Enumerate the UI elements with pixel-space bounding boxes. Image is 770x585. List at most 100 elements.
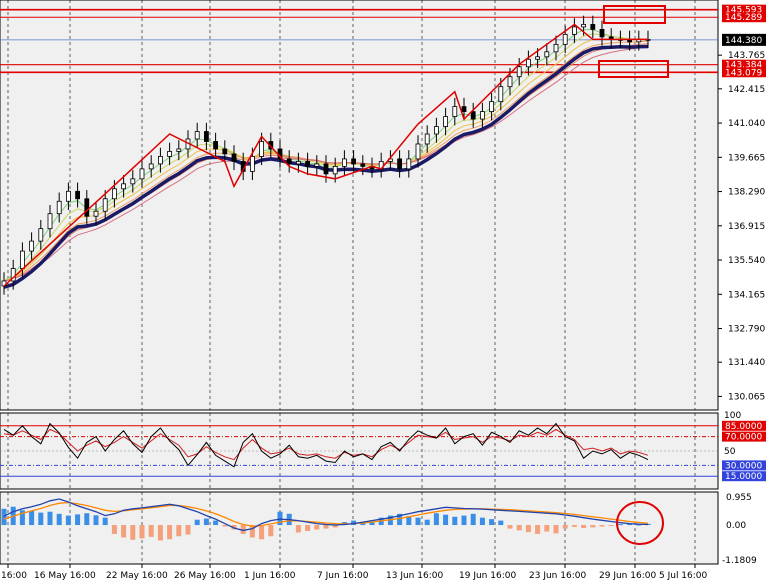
rsi-level-label: 70.0000 (725, 433, 762, 443)
macd-histogram-bar (461, 515, 467, 526)
macd-histogram-bar (139, 525, 145, 539)
trading-chart[interactable]: 143.765142.415141.040139.665138.290136.9… (0, 0, 770, 585)
candle-body (507, 76, 513, 88)
macd-histogram-bar (571, 525, 577, 527)
candle-body (38, 228, 44, 242)
macd-histogram-bar (84, 513, 90, 526)
candle-body (102, 198, 108, 212)
candle-body (479, 111, 485, 120)
macd-histogram-bar (75, 514, 81, 526)
candle-body (305, 161, 311, 167)
candle-body (213, 141, 219, 150)
y-tick-label: 139.665 (728, 153, 765, 163)
candle-body (19, 250, 25, 269)
macd-histogram-bar (617, 524, 623, 526)
x-tick-label: 26 May 16:00 (174, 571, 236, 581)
candle-body (75, 190, 80, 200)
macd-histogram-bar (433, 513, 439, 526)
candle-body (323, 163, 329, 175)
x-tick-label: 19 Jun 16:00 (459, 571, 516, 581)
candle-body (112, 188, 117, 200)
rsi-tick-label: 50 (724, 447, 736, 457)
macd-histogram-bar (102, 517, 108, 526)
candle-body (433, 126, 439, 135)
candle-body (553, 43, 559, 53)
candle-body (489, 101, 495, 112)
macd-histogram-bar (47, 511, 53, 526)
x-tick-label: 23 Jun 16:00 (529, 571, 586, 581)
macd-tick-label: 0.00 (726, 521, 746, 531)
rsi-level-label: 15.0000 (725, 472, 762, 482)
x-tick-label: 1 Jun 16:00 (244, 571, 296, 581)
macd-histogram-bar (157, 525, 163, 541)
candle-body (314, 163, 320, 167)
candle-body (259, 141, 265, 157)
macd-histogram-bar (525, 525, 531, 533)
rsi-tick-label: 100 (724, 411, 741, 421)
candle-body (452, 106, 458, 117)
candle-body (222, 148, 228, 155)
macd-histogram-bar (65, 515, 71, 526)
candle-body (139, 168, 145, 180)
candle-body (194, 131, 200, 140)
candle-body (176, 148, 182, 152)
x-tick-label: 13 Jun 16:00 (386, 571, 443, 581)
y-tick-label: 134.165 (728, 290, 765, 300)
candle-body (526, 58, 531, 68)
candle-body (332, 165, 338, 175)
macd-histogram-bar (130, 525, 136, 540)
x-tick-label: 16:00 (1, 571, 27, 581)
macd-histogram-bar (176, 525, 182, 537)
rsi-level-label: 85.0000 (725, 422, 762, 432)
candle-body (562, 33, 568, 45)
x-tick-label: 22 May 16:00 (106, 571, 168, 581)
y-tick-label: 135.540 (728, 256, 765, 266)
x-tick-label: 29 Jun 16:00 (599, 571, 656, 581)
macd-histogram-bar (415, 517, 421, 526)
candle-body (443, 116, 449, 127)
macd-panel[interactable] (0, 491, 719, 565)
candle-body (406, 158, 412, 170)
macd-histogram-bar (314, 525, 320, 530)
candle-body (66, 190, 71, 202)
current-price-label: 144.380 (725, 36, 762, 46)
macd-histogram-bar (323, 525, 329, 529)
candle-body (29, 240, 35, 252)
macd-histogram-bar (498, 520, 504, 526)
candle-body (461, 106, 467, 112)
candle-body (572, 26, 577, 35)
x-tick-label: 16 May 16:00 (34, 571, 96, 581)
candle-body (167, 151, 173, 157)
candle-body (47, 213, 53, 230)
y-tick-label: 136.915 (728, 222, 765, 232)
macd-histogram-bar (516, 525, 522, 531)
macd-histogram-bar (581, 525, 587, 528)
candle-body (397, 158, 403, 170)
y-tick-label: 132.790 (728, 325, 765, 335)
macd-histogram-bar (489, 519, 495, 526)
macd-histogram-bar (93, 515, 99, 526)
candle-body (295, 161, 301, 165)
candle-body (157, 156, 163, 165)
macd-histogram-bar (535, 525, 541, 534)
macd-histogram-bar (295, 525, 301, 533)
x-tick-label: 7 Jun 16:00 (317, 571, 369, 581)
rsi-panel[interactable] (0, 412, 719, 490)
macd-histogram-bar (222, 525, 228, 527)
candle-body (360, 163, 366, 167)
candle-body (84, 198, 90, 217)
macd-histogram-bar (203, 518, 209, 526)
y-tick-label: 142.415 (728, 85, 765, 95)
candle-body (415, 143, 421, 160)
macd-histogram-bar (507, 525, 513, 529)
macd-histogram-bar (121, 525, 127, 538)
candle-body (470, 111, 476, 120)
candle-body (516, 66, 522, 78)
macd-histogram-bar (111, 525, 117, 534)
macd-histogram-bar (553, 525, 559, 534)
candle-body (93, 210, 99, 217)
macd-histogram-bar (479, 517, 485, 526)
y-tick-label: 141.040 (728, 119, 765, 129)
macd-histogram-bar (249, 525, 255, 538)
candle-body (535, 56, 540, 60)
